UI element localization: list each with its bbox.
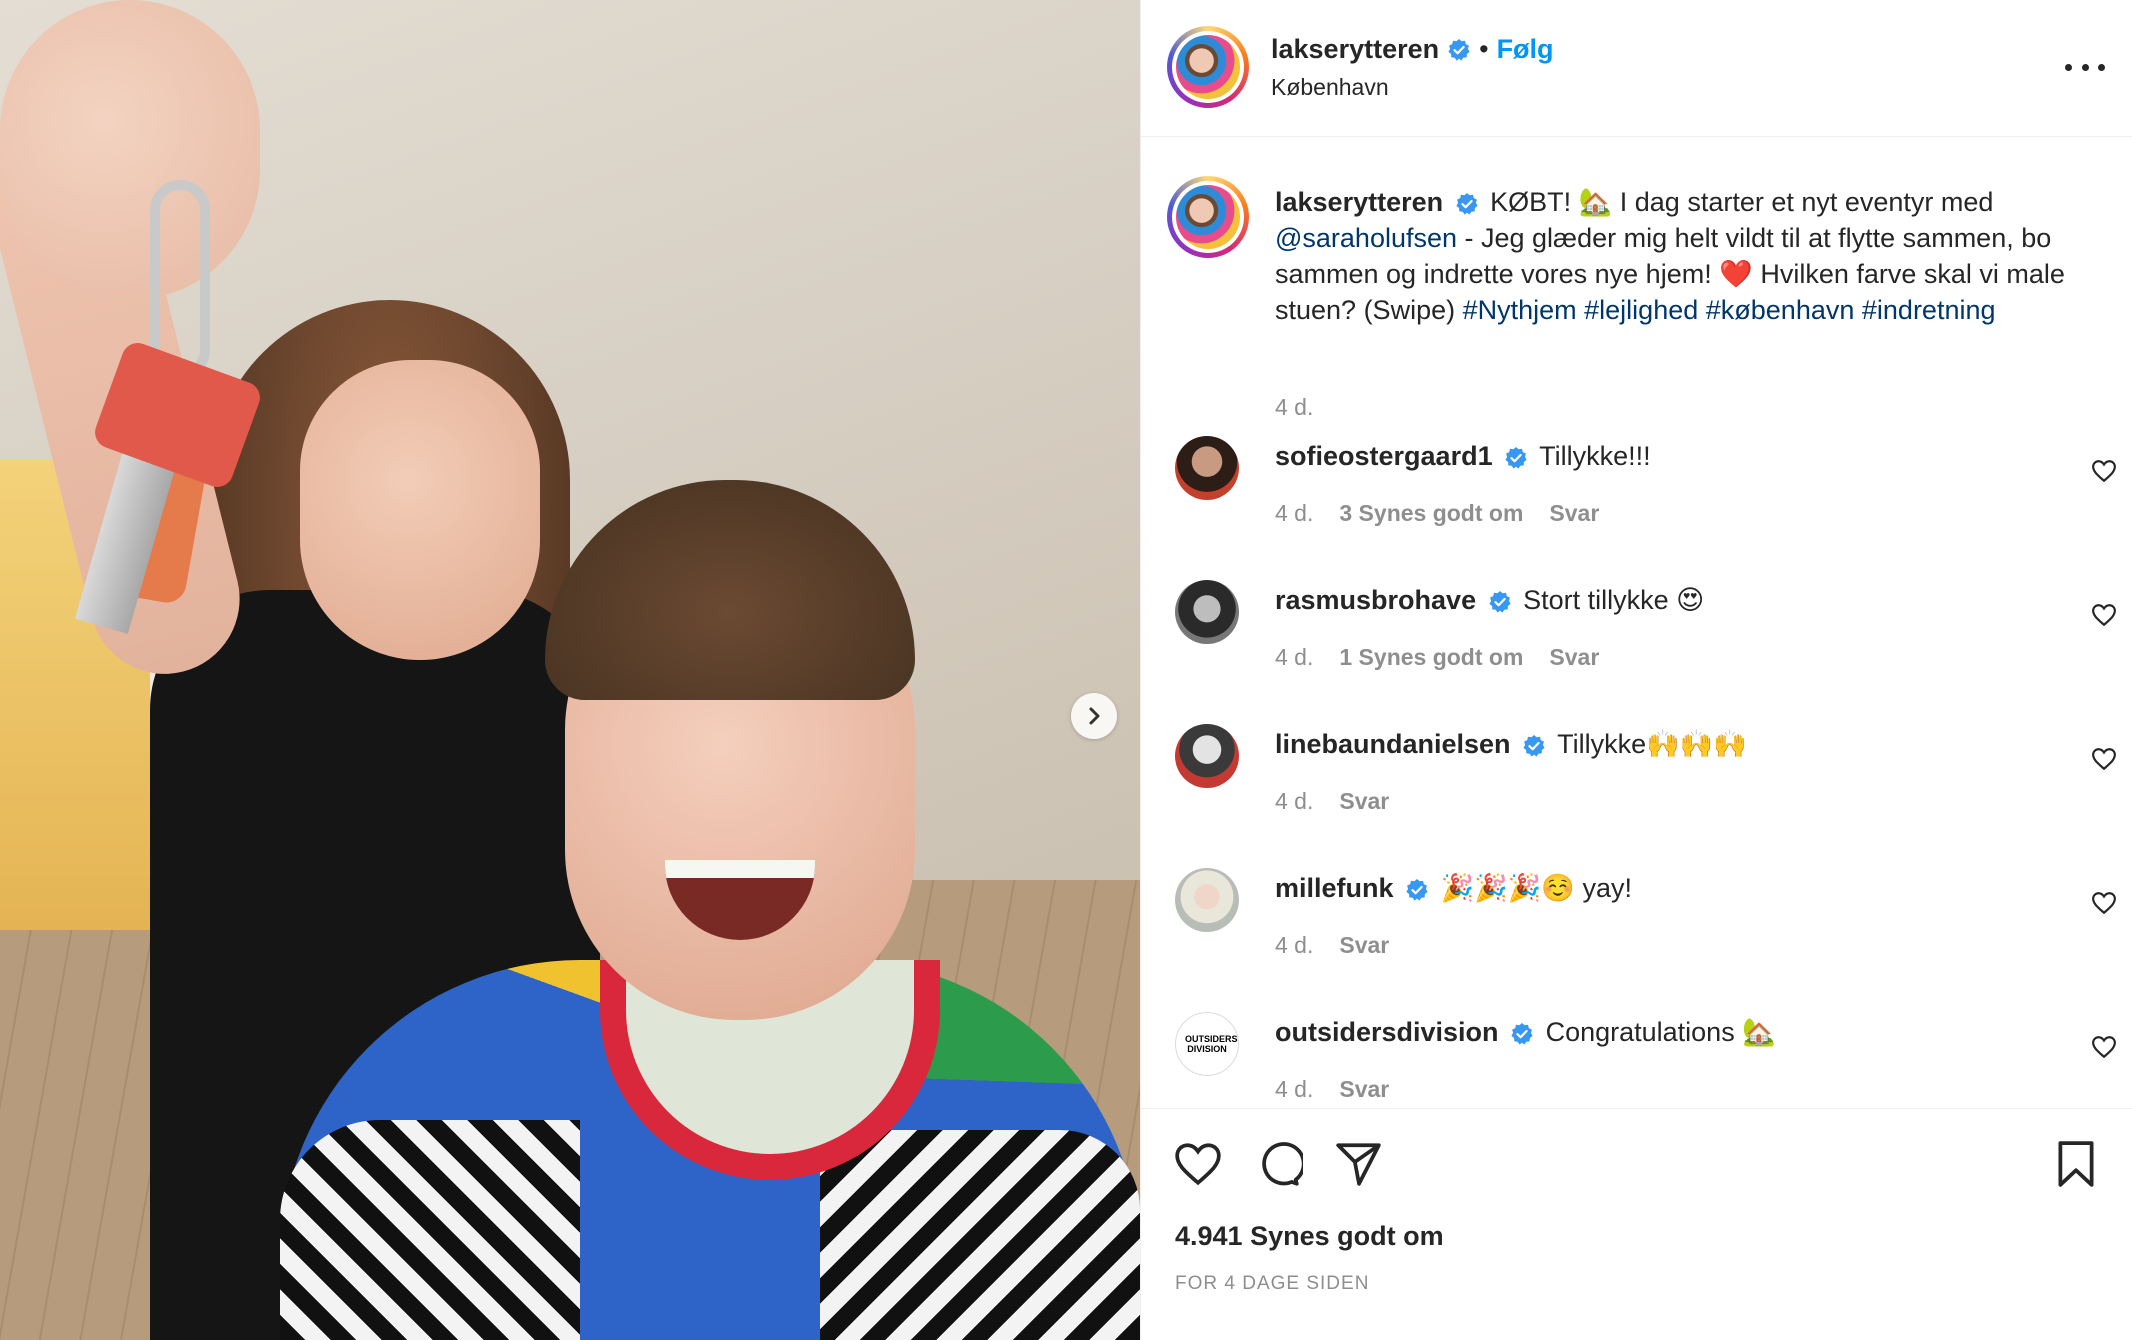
follow-button[interactable]: Følg	[1497, 34, 1554, 65]
comment-time[interactable]: 4 d.	[1275, 788, 1313, 815]
verified-badge-icon	[1511, 1022, 1533, 1045]
comment-avatar[interactable]	[1175, 580, 1239, 644]
comment-body: Congratulations 🏡	[1545, 1017, 1776, 1047]
comment-username[interactable]: linebaundanielsen	[1275, 729, 1511, 759]
likes-count[interactable]: 4.941 Synes godt om	[1175, 1221, 1444, 1252]
reply-button[interactable]: Svar	[1339, 932, 1389, 959]
verified-badge-icon	[1406, 878, 1428, 901]
post-side-panel: lakserytteren • Følg København lakserytt…	[1140, 0, 2132, 1340]
comment-time[interactable]: 4 d.	[1275, 500, 1313, 527]
comment-icon[interactable]	[1253, 1139, 1303, 1189]
comment-time[interactable]: 4 d.	[1275, 644, 1313, 671]
comment-text: linebaundanielsen Tillykke🙌🙌🙌	[1275, 726, 2055, 762]
comment-body: Tillykke!!!	[1539, 441, 1651, 471]
comment-time[interactable]: 4 d.	[1275, 932, 1313, 959]
reply-button[interactable]: Svar	[1339, 1076, 1389, 1103]
comment-username[interactable]: millefunk	[1275, 873, 1394, 903]
outsiders-division-logo: OUTSIDERS DIVISION	[1185, 1034, 1238, 1054]
caption-time[interactable]: 4 d.	[1275, 394, 1313, 421]
hashtag[interactable]: #københavn	[1706, 295, 1855, 325]
hashtag[interactable]: #Nythjem	[1463, 295, 1577, 325]
heart-icon[interactable]	[1173, 1139, 1223, 1189]
heart-icon[interactable]	[2091, 602, 2117, 628]
comments-section[interactable]: lakserytteren KØBT! 🏡 I dag starter et n…	[1141, 138, 2132, 1110]
post-header: lakserytteren • Følg København	[1141, 0, 2132, 137]
comment-text: outsidersdivision Congratulations 🏡	[1275, 1014, 2055, 1050]
comment-meta: 4 d. Svar	[1275, 1076, 1389, 1103]
hashtag[interactable]: #indretning	[1862, 295, 1996, 325]
comment-username[interactable]: sofieostergaard1	[1275, 441, 1493, 471]
verified-badge-icon	[1489, 590, 1511, 613]
comment-likes[interactable]: 3 Synes godt om	[1339, 500, 1523, 527]
comment-body: Stort tillykke 😍	[1523, 585, 1705, 615]
comment-time[interactable]: 4 d.	[1275, 1076, 1313, 1103]
caption-username[interactable]: lakserytteren	[1275, 187, 1443, 217]
comment-body: Tillykke🙌🙌🙌	[1557, 729, 1747, 759]
bookmark-icon[interactable]	[2051, 1139, 2101, 1189]
comment-username[interactable]: outsidersdivision	[1275, 1017, 1499, 1047]
comment-avatar[interactable]	[1175, 724, 1239, 788]
comment-item: linebaundanielsen Tillykke🙌🙌🙌 4 d. Svar	[1141, 724, 2132, 868]
reply-button[interactable]: Svar	[1549, 644, 1599, 671]
post-actions: 4.941 Synes godt om FOR 4 DAGE SIDEN	[1141, 1108, 2132, 1340]
comment-avatar[interactable]	[1175, 436, 1239, 500]
heart-icon[interactable]	[2091, 458, 2117, 484]
author-avatar[interactable]	[1167, 26, 1249, 108]
heart-icon[interactable]	[2091, 1034, 2117, 1060]
photo-woman-face	[300, 360, 540, 660]
verified-badge-icon	[1523, 734, 1545, 757]
heart-icon[interactable]	[2091, 746, 2117, 772]
comment-meta: 4 d. 3 Synes godt om Svar	[1275, 500, 1599, 527]
share-icon[interactable]	[1333, 1139, 1383, 1189]
post-location[interactable]: København	[1271, 74, 1389, 101]
caption-author-avatar[interactable]	[1167, 176, 1249, 258]
comment-text: rasmusbrohave Stort tillykke 😍	[1275, 582, 2055, 618]
verified-badge-icon	[1456, 192, 1478, 215]
verified-badge-icon	[1505, 446, 1527, 469]
comment-avatar[interactable]	[1175, 868, 1239, 932]
caption-text: lakserytteren KØBT! 🏡 I dag starter et n…	[1275, 184, 2095, 328]
caption-part1: KØBT! 🏡 I dag starter et nyt eventyr med	[1490, 187, 1994, 217]
photo-hand	[0, 0, 260, 300]
comment-item: millefunk 🎉🎉🎉☺️ yay! 4 d. Svar	[1141, 868, 2132, 1012]
more-options-icon[interactable]	[2065, 52, 2105, 82]
reply-button[interactable]: Svar	[1339, 788, 1389, 815]
next-photo-button[interactable]	[1071, 693, 1117, 739]
comment-text: millefunk 🎉🎉🎉☺️ yay!	[1275, 870, 2055, 906]
comment-meta: 4 d. Svar	[1275, 932, 1389, 959]
comment-likes[interactable]: 1 Synes godt om	[1339, 644, 1523, 671]
heart-icon[interactable]	[2091, 890, 2117, 916]
photo-sweater-pattern-right	[820, 1130, 1140, 1340]
photo-sweater-pattern-left	[280, 1120, 580, 1340]
post-photo	[0, 0, 1140, 1340]
caption-mention[interactable]: @saraholufsen	[1275, 223, 1457, 253]
post-date[interactable]: FOR 4 DAGE SIDEN	[1175, 1273, 1369, 1295]
comment-item: rasmusbrohave Stort tillykke 😍 4 d. 1 Sy…	[1141, 580, 2132, 724]
comment-text: sofieostergaard1 Tillykke!!!	[1275, 438, 2055, 474]
comment-username[interactable]: rasmusbrohave	[1275, 585, 1476, 615]
comment-item: sofieostergaard1 Tillykke!!! 4 d. 3 Syne…	[1141, 436, 2132, 580]
comment-avatar[interactable]: OUTSIDERS DIVISION	[1175, 1012, 1239, 1076]
verified-badge-icon	[1448, 38, 1470, 61]
comment-meta: 4 d. 1 Synes godt om Svar	[1275, 644, 1599, 671]
reply-button[interactable]: Svar	[1549, 500, 1599, 527]
header-separator: •	[1479, 34, 1489, 64]
comment-meta: 4 d. Svar	[1275, 788, 1389, 815]
hashtag[interactable]: #lejlighed	[1584, 295, 1698, 325]
comment-body: 🎉🎉🎉☺️ yay!	[1440, 873, 1633, 903]
author-username[interactable]: lakserytteren	[1271, 34, 1439, 65]
comment-item: OUTSIDERS DIVISION outsidersdivision Con…	[1141, 1012, 2132, 1110]
chevron-right-icon	[1089, 707, 1100, 725]
